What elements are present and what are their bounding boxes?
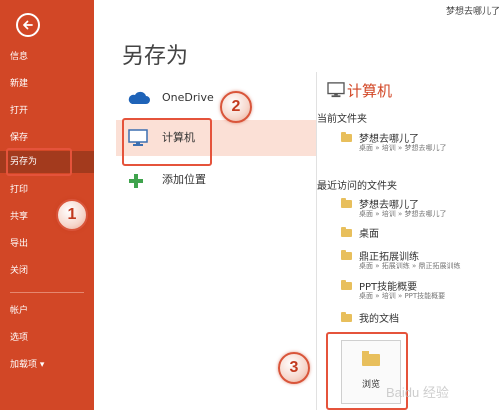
- recent-folders-heading: 最近访问的文件夹: [317, 181, 397, 192]
- sidebar-item-options[interactable]: 选项: [0, 327, 94, 349]
- sidebar-item-save[interactable]: 保存: [0, 127, 94, 149]
- step-1-marker: 1: [56, 199, 88, 231]
- recent-folder-item[interactable]: 梦想去哪儿了 桌面 » 培训 » 梦想去哪儿了: [337, 196, 497, 224]
- location-add-place[interactable]: 添加位置: [116, 162, 316, 198]
- location-label: OneDrive: [162, 91, 214, 104]
- folder-name: 我的文档: [359, 314, 399, 325]
- panel-title: 计算机: [347, 82, 393, 100]
- recent-folder-item[interactable]: 我的文档: [337, 310, 497, 330]
- recent-folder-item[interactable]: 桌面: [337, 225, 497, 245]
- folder-icon: [341, 132, 352, 142]
- current-folder-item[interactable]: 梦想去哪儿了 桌面 » 培训 » 梦想去哪儿了: [337, 130, 497, 158]
- folder-icon: [341, 312, 352, 322]
- location-label: 添加位置: [162, 173, 206, 186]
- folder-icon: [341, 280, 352, 290]
- sidebar-item-info[interactable]: 信息: [0, 46, 94, 68]
- recent-folder-item[interactable]: PPT技能概要 桌面 » 培训 » PPT技能概要: [337, 278, 497, 306]
- cloud-icon: [126, 91, 150, 108]
- page-title: 另存为: [122, 43, 189, 68]
- step-2-marker: 2: [220, 91, 252, 123]
- folder-path: 桌面 » 拓展训练 » 鼎正拓展训练: [359, 262, 461, 270]
- folder-name: 桌面: [359, 229, 379, 240]
- computer-icon: [327, 82, 345, 102]
- sidebar-item-account[interactable]: 帐户: [0, 300, 94, 322]
- watermark: Baidu 经验: [386, 385, 449, 400]
- folder-path: 桌面 » 培训 » PPT技能概要: [359, 292, 446, 300]
- sidebar-item-new[interactable]: 新建: [0, 73, 94, 95]
- sidebar-item-export[interactable]: 导出: [0, 233, 94, 255]
- folder-icon: [341, 227, 352, 237]
- sidebar-divider: [10, 292, 84, 293]
- plus-icon: [128, 173, 144, 192]
- folder-path: 桌面 » 培训 » 梦想去哪儿了: [359, 144, 447, 152]
- recent-folder-item[interactable]: 鼎正拓展训练 桌面 » 拓展训练 » 鼎正拓展训练: [337, 248, 497, 276]
- sidebar-item-open[interactable]: 打开: [0, 100, 94, 122]
- step-3-marker: 3: [278, 352, 310, 384]
- folder-icon: [341, 250, 352, 260]
- computer-highlight-box: [122, 118, 212, 166]
- current-folder-heading: 当前文件夹: [317, 114, 367, 125]
- location-onedrive[interactable]: OneDrive: [116, 80, 316, 116]
- back-arrow-icon[interactable]: [16, 13, 40, 37]
- folder-path: 桌面 » 培训 » 梦想去哪儿了: [359, 210, 447, 218]
- sidebar-item-addins[interactable]: 加载项 ▾: [0, 354, 94, 376]
- save-as-highlight-box: [6, 148, 72, 176]
- sidebar-item-print[interactable]: 打印: [0, 179, 94, 201]
- sidebar-item-close[interactable]: 关闭: [0, 260, 94, 282]
- user-name[interactable]: 梦想去哪儿了: [446, 4, 500, 17]
- folder-icon: [341, 198, 352, 208]
